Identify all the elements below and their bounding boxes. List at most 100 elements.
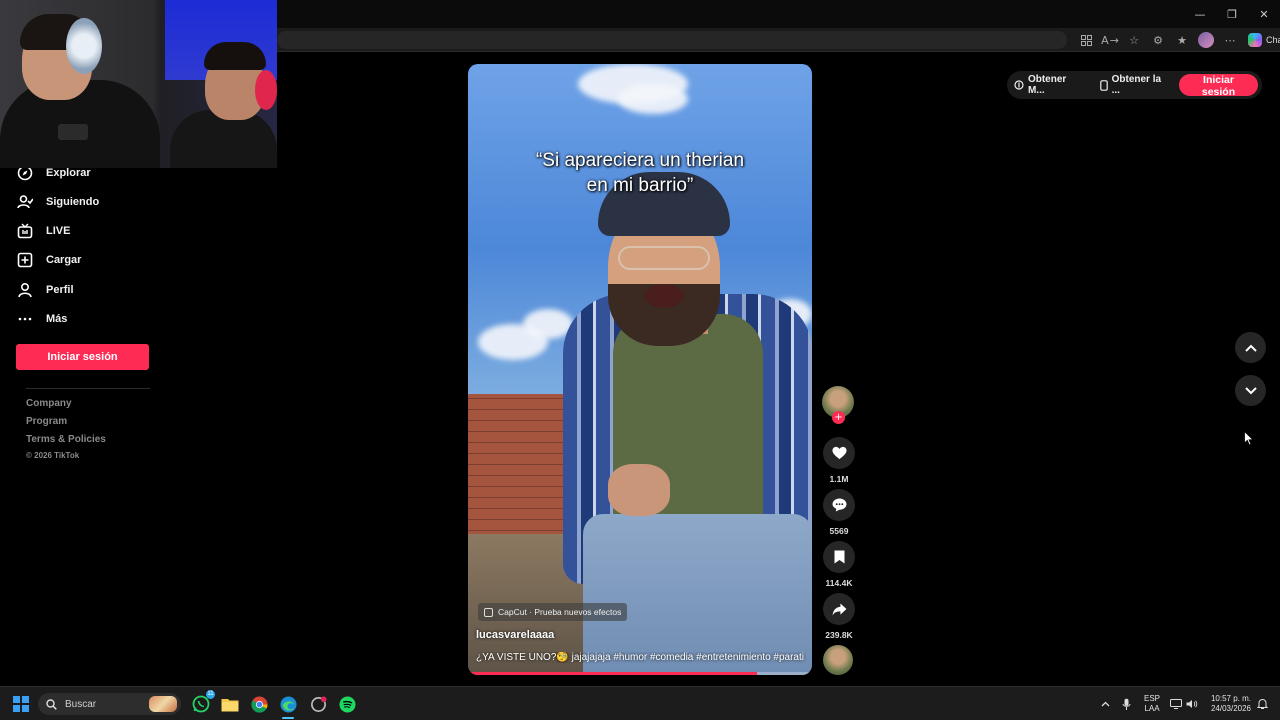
share-button[interactable] — [823, 593, 855, 625]
whatsapp-taskbar-button[interactable]: 11 — [190, 690, 215, 715]
video-player[interactable]: “Si apareciera un therian en mi barrio” … — [468, 64, 812, 675]
tray-overflow-button[interactable] — [1094, 693, 1116, 715]
sidebar-item-live[interactable]: LIVE — [16, 219, 70, 243]
volume-tray-button[interactable] — [1183, 693, 1201, 715]
coin-icon — [1014, 80, 1024, 90]
chevron-down-icon — [1244, 386, 1257, 394]
sidebar-item-label: Cargar — [46, 254, 82, 266]
sidebar-divider — [26, 388, 150, 389]
effect-tag[interactable]: CapCut · Prueba nuevos efectos — [478, 603, 628, 621]
folder-icon — [221, 698, 239, 711]
copilot-icon — [1248, 33, 1262, 47]
bell-icon — [1256, 698, 1268, 709]
minimize-icon[interactable]: — — [1184, 0, 1216, 28]
search-icon — [46, 698, 57, 710]
notifications-tray-button[interactable] — [1252, 693, 1272, 715]
phone-icon — [1099, 79, 1108, 91]
copilot-chat-label: Chat — [1266, 35, 1280, 45]
taskbar-search[interactable]: Buscar — [38, 693, 181, 715]
comment-button[interactable] — [823, 489, 855, 521]
upload-icon — [16, 251, 34, 269]
favorites-icon[interactable]: ★ — [1172, 31, 1192, 49]
spotify-icon — [338, 695, 356, 713]
save-button[interactable] — [823, 541, 855, 573]
effect-tag-label: CapCut · Prueba nuevos efectos — [498, 607, 622, 617]
video-caption: “Si apareciera un therian en mi barrio” — [468, 148, 812, 198]
copilot-chat-button[interactable]: Chat — [1248, 33, 1280, 47]
file-explorer-taskbar-button[interactable] — [219, 693, 241, 715]
favorite-star-icon[interactable]: ☆ — [1124, 31, 1144, 49]
next-video-button[interactable] — [1235, 375, 1266, 406]
live-icon — [16, 222, 34, 240]
footer-link-company[interactable]: Company — [26, 398, 72, 409]
header-login-button[interactable]: Iniciar sesión — [1179, 74, 1258, 98]
save-count: 114.4K — [825, 578, 853, 588]
app-taskbar-button[interactable] — [307, 693, 329, 715]
read-aloud-icon[interactable]: A → — [1100, 31, 1120, 49]
more-options-icon[interactable]: ⋯ — [1220, 31, 1240, 49]
footer-link-program[interactable]: Program — [26, 416, 67, 427]
microphone-icon — [1122, 698, 1130, 710]
sidebar-item-label: Perfil — [46, 284, 74, 296]
window-controls: — ❐ ✕ — [1184, 0, 1280, 28]
video-progress-fill — [468, 672, 757, 675]
app-available-icon[interactable] — [1076, 31, 1096, 49]
search-highlight-icon — [149, 696, 177, 712]
header-actions: Obtener M... Obtener la ... Iniciar sesi… — [1007, 71, 1262, 99]
caption-line: “Si apareciera un therian — [535, 150, 745, 171]
capcut-icon — [484, 607, 493, 617]
edge-taskbar-button[interactable] — [277, 693, 299, 715]
chrome-taskbar-button[interactable] — [248, 693, 270, 715]
sidebar-item-mas[interactable]: Más — [16, 307, 67, 331]
windows-taskbar: Buscar 11 ESP LAA 10:57 p. m. 24/03/2026 — [0, 686, 1280, 720]
sidebar-item-label: LIVE — [46, 225, 71, 237]
sidebar-login-button[interactable]: Iniciar sesión — [16, 344, 149, 370]
sidebar-item-label: Explorar — [46, 167, 91, 179]
comment-icon — [832, 498, 846, 512]
heart-icon — [831, 446, 847, 460]
profile-icon — [16, 281, 34, 299]
network-icon — [1170, 699, 1182, 709]
microphone-tray-button[interactable] — [1116, 693, 1136, 715]
app-icon — [310, 695, 327, 712]
sidebar-item-siguiendo[interactable]: Siguiendo — [16, 190, 99, 214]
get-coins-label: Obtener M... — [1027, 74, 1067, 96]
get-app-link[interactable]: Obtener la ... — [1093, 74, 1179, 96]
webcam-overlay — [0, 0, 277, 168]
extensions-icon[interactable]: ⚙ — [1148, 31, 1168, 49]
speaker-icon — [1186, 700, 1198, 708]
video-description: ¿YA VISTE UNO?🧐 jajajajaja #humor #comed… — [476, 652, 804, 663]
previous-video-button[interactable] — [1235, 332, 1266, 363]
chevron-up-icon — [1244, 344, 1257, 352]
get-coins-link[interactable]: Obtener M... — [1007, 74, 1093, 96]
mouse-cursor-icon — [1244, 431, 1254, 446]
spotify-taskbar-button[interactable] — [336, 693, 358, 715]
more-icon — [16, 310, 34, 328]
caption-line: en mi barrio” — [586, 175, 694, 196]
language-indicator[interactable]: ESP LAA — [1140, 694, 1164, 714]
active-app-indicator — [282, 717, 294, 719]
video-author[interactable]: lucasvarelaaaa — [476, 629, 554, 641]
sidebar-item-cargar[interactable]: Cargar — [16, 248, 81, 272]
restore-icon[interactable]: ❐ — [1216, 0, 1248, 28]
video-progress-bar[interactable] — [468, 672, 812, 675]
chevron-up-icon — [1101, 701, 1109, 707]
get-app-label: Obtener la ... — [1111, 74, 1162, 96]
follow-plus-icon[interactable]: + — [832, 411, 845, 424]
sidebar-item-perfil[interactable]: Perfil — [16, 278, 74, 302]
whatsapp-badge: 11 — [206, 690, 215, 699]
sidebar-item-label: Más — [46, 313, 68, 325]
windows-start-icon[interactable] — [13, 696, 29, 712]
taskbar-search-placeholder: Buscar — [65, 698, 97, 710]
share-count: 239.8K — [825, 630, 853, 640]
like-button[interactable] — [823, 437, 855, 469]
close-icon[interactable]: ✕ — [1248, 0, 1280, 28]
share-icon — [832, 602, 846, 616]
comment-count: 5569 — [829, 526, 849, 536]
profile-avatar-icon[interactable] — [1196, 31, 1216, 49]
address-bar[interactable] — [277, 31, 1067, 49]
sidebar-item-label: Siguiendo — [46, 196, 100, 208]
sound-avatar[interactable] — [823, 645, 853, 675]
footer-link-terms[interactable]: Terms & Policies — [26, 434, 106, 445]
edge-icon — [279, 695, 297, 713]
